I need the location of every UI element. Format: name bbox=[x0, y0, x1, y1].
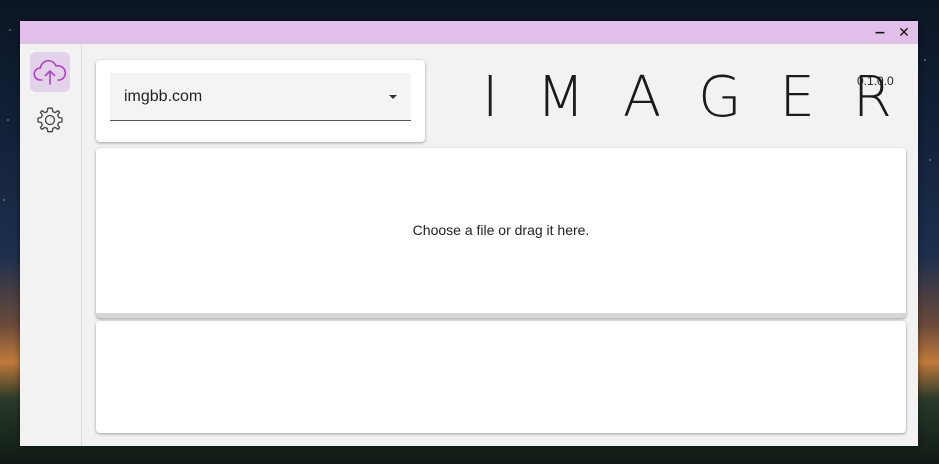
host-select-value: imgbb.com bbox=[124, 88, 203, 105]
cloud-upload-icon bbox=[33, 59, 67, 85]
gear-icon bbox=[37, 107, 63, 133]
file-dropzone[interactable]: Choose a file or drag it here. bbox=[96, 148, 906, 318]
app-version: 0.1.0.0 bbox=[857, 74, 894, 88]
minimize-button[interactable]: − bbox=[870, 23, 890, 43]
dropzone-text: Choose a file or drag it here. bbox=[412, 222, 590, 238]
close-button[interactable]: ✕ bbox=[894, 23, 914, 43]
title-bar[interactable]: − ✕ bbox=[20, 21, 918, 44]
sidebar bbox=[20, 44, 82, 446]
sidebar-item-upload[interactable] bbox=[30, 52, 70, 92]
sidebar-item-settings[interactable] bbox=[30, 100, 70, 140]
host-select[interactable]: imgbb.com bbox=[110, 73, 411, 121]
chevron-down-icon bbox=[389, 95, 397, 99]
host-select-card: imgbb.com bbox=[96, 60, 425, 142]
app-window: − ✕ imgbb.com IMAGER 0.1.0.0 Choose a fi… bbox=[20, 21, 918, 446]
result-panel bbox=[96, 321, 906, 433]
